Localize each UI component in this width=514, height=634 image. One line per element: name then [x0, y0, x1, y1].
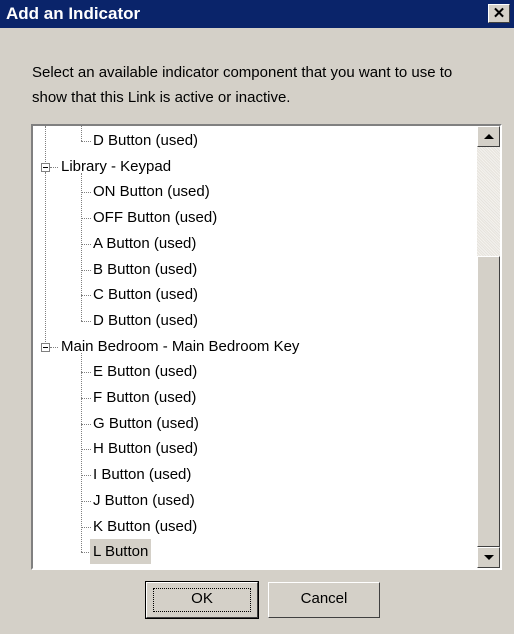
- tree-item-row[interactable]: B Button (used): [33, 257, 477, 282]
- cancel-button[interactable]: Cancel: [268, 582, 380, 618]
- tree-content: D Button (used) Library - Keypad ON Button…: [33, 126, 477, 568]
- tree-connector: [81, 372, 91, 374]
- ok-label: OK: [191, 590, 213, 607]
- close-icon: ✕: [492, 5, 506, 22]
- tree-item-label: I Button (used): [93, 466, 192, 484]
- tree-branch-line: [81, 172, 82, 321]
- tree-item-label: Library - Keypad: [61, 157, 172, 175]
- tree-connector: [81, 141, 91, 142]
- tree-connector: [81, 269, 91, 271]
- tree-connector: [81, 295, 91, 297]
- scroll-down-button[interactable]: [477, 547, 500, 568]
- tree-item-row[interactable]: J Button (used): [33, 488, 477, 513]
- tree-item-row[interactable]: C Button (used): [33, 282, 477, 307]
- tree-connector: [81, 475, 91, 477]
- tree-item-row[interactable]: E Button (used): [33, 359, 477, 384]
- tree-item-label: K Button (used): [93, 517, 198, 535]
- tree-item-row[interactable]: F Button (used): [33, 385, 477, 410]
- tree-connector: [81, 449, 91, 451]
- window-title: Add an Indicator: [6, 4, 141, 23]
- tree-trunk-line: [45, 126, 46, 162]
- tree-connector: [81, 192, 91, 194]
- tree-item-label: ON Button (used): [93, 183, 210, 201]
- tree-item-label: D Button (used): [93, 311, 199, 329]
- tree-item-label: H Button (used): [93, 440, 199, 458]
- tree-connector: [50, 166, 58, 168]
- tree-item-label: OFF Button (used): [93, 209, 218, 227]
- tree-item-label-selected: L Button: [90, 539, 152, 565]
- tree-item-row[interactable]: D Button (used): [33, 308, 477, 333]
- tree-item-row[interactable]: D Button (used): [33, 128, 477, 153]
- tree-item-row[interactable]: ON Button (used): [33, 179, 477, 204]
- tree-branch-line: [81, 352, 82, 553]
- tree-connector: [81, 500, 91, 502]
- tree-connector: [81, 423, 91, 425]
- tree-item-row[interactable]: OFF Button (used): [33, 205, 477, 230]
- instructions-text: Select an available indicator component …: [32, 64, 453, 106]
- tree-item-label: F Button (used): [93, 389, 197, 406]
- tree-item-label: E Button (used): [93, 363, 198, 381]
- tree-item-label: D Button (used): [93, 132, 199, 149]
- vertical-scrollbar[interactable]: [477, 126, 500, 568]
- scroll-up-button[interactable]: [477, 126, 500, 147]
- tree-item-row[interactable]: I Button (used): [33, 462, 477, 487]
- scroll-thumb[interactable]: [477, 256, 500, 547]
- tree-item-row[interactable]: A Button (used): [33, 231, 477, 256]
- tree-connector: [81, 398, 91, 399]
- tree-connector: [81, 526, 91, 528]
- cancel-label: Cancel: [300, 590, 348, 607]
- tree-group-row[interactable]: Main Bedroom - Main Bedroom Key: [33, 334, 477, 359]
- tree-item-label: G Button (used): [93, 414, 199, 432]
- indicator-tree[interactable]: D Button (used) Library - Keypad ON Button…: [31, 124, 502, 570]
- tree-item-label: B Button (used): [93, 260, 198, 278]
- collapse-icon[interactable]: [41, 162, 50, 172]
- arrow-up-icon: [484, 134, 494, 139]
- tree-connector: [81, 243, 91, 245]
- tree-connector: [50, 346, 58, 348]
- tree-connector: [81, 320, 91, 322]
- scroll-track[interactable]: [477, 147, 500, 256]
- tree-group-row[interactable]: Library - Keypad: [33, 154, 477, 179]
- collapse-icon[interactable]: [41, 342, 50, 352]
- tree-item-label: C Button (used): [93, 286, 199, 304]
- tree-item-label: J Button (used): [93, 491, 195, 509]
- title-bar: Add an Indicator ✕: [0, 0, 514, 28]
- tree-item-row[interactable]: G Button (used): [33, 411, 477, 436]
- tree-trunk-line: [45, 171, 46, 342]
- tree-item-label: A Button (used): [93, 234, 197, 252]
- arrow-down-icon: [484, 555, 494, 560]
- tree-item-row[interactable]: L Button: [33, 539, 477, 565]
- tree-connector: [81, 218, 91, 220]
- tree-item-label: Main Bedroom - Main Bedroom Key: [61, 337, 300, 355]
- ok-button[interactable]: OK: [145, 581, 259, 619]
- close-button[interactable]: ✕: [488, 4, 510, 23]
- tree-item-row[interactable]: K Button (used): [33, 514, 477, 539]
- tree-branch-line: [81, 126, 82, 141]
- tree-item-row[interactable]: H Button (used): [33, 436, 477, 461]
